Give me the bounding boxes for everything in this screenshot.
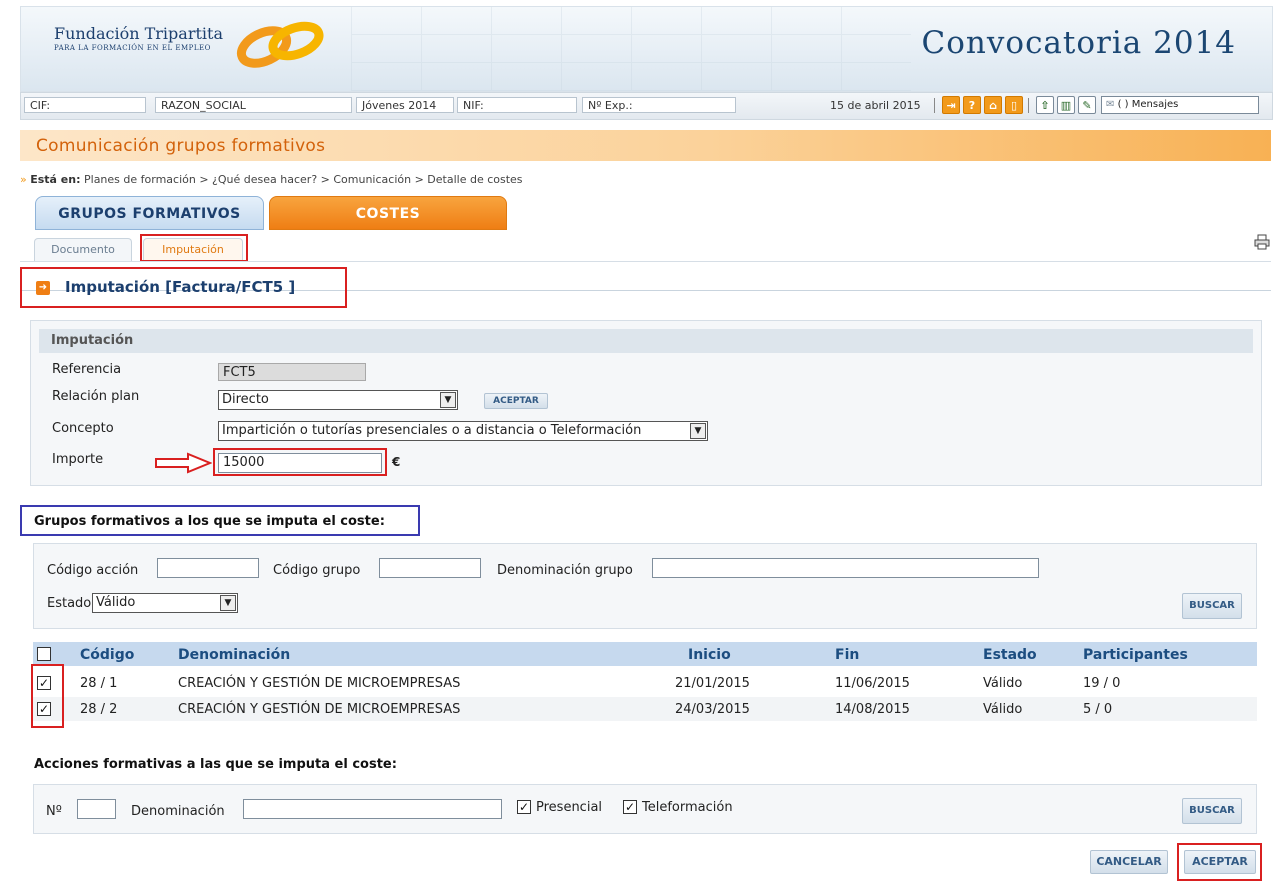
exit-icon[interactable]: ⇥ xyxy=(942,96,960,114)
denominacion-grupo-input[interactable] xyxy=(652,558,1039,578)
numero-label: Nº xyxy=(46,804,62,819)
concepto-value: Impartición o tutorías presenciales o a … xyxy=(222,423,642,438)
arrow-right-icon xyxy=(155,452,212,474)
envelope-icon: ✉ xyxy=(1106,99,1115,110)
teleformacion-label: Teleformación xyxy=(642,800,733,815)
page-title: Convocatoria 2014 xyxy=(921,25,1236,61)
cell-participantes: 5 / 0 xyxy=(1083,702,1113,717)
referencia-field: FCT5 xyxy=(218,363,366,381)
importe-label: Importe xyxy=(52,452,104,467)
chevron-down-icon: ▼ xyxy=(220,595,236,611)
highlight-box xyxy=(1177,843,1262,881)
column-header-codigo[interactable]: Código xyxy=(80,647,134,663)
messages-label: ( ) Mensajes xyxy=(1117,99,1179,110)
highlight-box xyxy=(20,267,347,308)
breadcrumb: » Está en: Planes de formación > ¿Qué de… xyxy=(20,173,523,186)
denominacion-accion-input[interactable] xyxy=(243,799,502,819)
teleformacion-checkbox[interactable]: ✓ xyxy=(623,800,637,814)
cell-denominacion: CREACIÓN Y GESTIÓN DE MICROEMPRESAS xyxy=(178,702,461,717)
upload-icon[interactable]: ⇧ xyxy=(1036,96,1054,114)
cell-codigo: 28 / 2 xyxy=(80,702,118,717)
highlight-box xyxy=(20,505,420,536)
current-date: 15 de abril 2015 xyxy=(830,99,921,112)
breadcrumb-path[interactable]: Planes de formación > ¿Qué desea hacer? … xyxy=(84,173,523,186)
expediente-field: Nº Exp.: xyxy=(582,97,736,113)
relacion-plan-value: Directo xyxy=(222,392,269,407)
currency-symbol: € xyxy=(392,455,401,469)
nif-field: NIF: xyxy=(457,97,577,113)
presencial-label: Presencial xyxy=(536,800,603,815)
highlight-box xyxy=(213,448,387,476)
relacion-plan-select[interactable]: Directo ▼ xyxy=(218,390,458,410)
codigo-grupo-input[interactable] xyxy=(379,558,481,578)
info-bar: CIF: RAZON_SOCIAL Jóvenes 2014 NIF: Nº E… xyxy=(20,92,1273,120)
denominacion-accion-label: Denominación xyxy=(131,804,225,819)
cif-field: CIF: xyxy=(24,97,146,113)
cell-inicio: 24/03/2015 xyxy=(675,702,750,717)
buscar-acciones-button[interactable]: BUSCAR xyxy=(1182,798,1242,824)
aceptar-relacion-button[interactable]: ACEPTAR xyxy=(484,393,548,409)
section-header: Comunicación grupos formativos xyxy=(20,130,1271,161)
razon-social-field: RAZON_SOCIAL xyxy=(155,97,352,113)
breadcrumb-prefix: Está en: xyxy=(30,173,81,186)
messages-button[interactable]: ✉ ( ) Mensajes xyxy=(1101,96,1259,114)
toolbar-separator xyxy=(1028,98,1029,113)
column-header-estado[interactable]: Estado xyxy=(983,647,1037,663)
stats-icon[interactable]: ▥ xyxy=(1057,96,1075,114)
grupos-filter-panel xyxy=(33,543,1257,629)
concepto-select[interactable]: Impartición o tutorías presenciales o a … xyxy=(218,421,708,441)
cell-fin: 11/06/2015 xyxy=(835,676,910,691)
cancel-button[interactable]: CANCELAR xyxy=(1090,850,1168,874)
codigo-accion-label: Código acción xyxy=(47,563,139,578)
org-subtitle: PARA LA FORMACIÓN EN EL EMPLEO xyxy=(54,44,211,52)
toolbar-separator xyxy=(934,98,935,113)
subtab-documento[interactable]: Documento xyxy=(34,238,132,262)
buscar-grupos-button[interactable]: BUSCAR xyxy=(1182,593,1242,619)
column-header-denominacion[interactable]: Denominación xyxy=(178,647,290,663)
help-icon[interactable]: ? xyxy=(963,96,981,114)
cell-denominacion: CREACIÓN Y GESTIÓN DE MICROEMPRESAS xyxy=(178,676,461,691)
org-name: Fundación Tripartita xyxy=(54,24,223,43)
chevron-right-icon: » xyxy=(20,173,27,186)
estado-label: Estado xyxy=(47,596,92,611)
highlight-box xyxy=(140,234,248,262)
documents-icon[interactable]: ▯ xyxy=(1005,96,1023,114)
chevron-down-icon: ▼ xyxy=(690,423,706,439)
program-field: Jóvenes 2014 xyxy=(356,97,454,113)
print-icon[interactable] xyxy=(1254,234,1270,250)
edit-icon[interactable]: ✎ xyxy=(1078,96,1096,114)
cell-participantes: 19 / 0 xyxy=(1083,676,1121,691)
select-all-checkbox[interactable] xyxy=(37,647,51,661)
acciones-section-title: Acciones formativas a las que se imputa … xyxy=(34,757,397,772)
cell-fin: 14/08/2015 xyxy=(835,702,910,717)
column-header-inicio[interactable]: Inicio xyxy=(688,647,731,663)
column-header-participantes[interactable]: Participantes xyxy=(1083,647,1188,663)
relacion-plan-label: Relación plan xyxy=(52,389,140,404)
chevron-down-icon: ▼ xyxy=(440,392,456,408)
tab-costes[interactable]: COSTES xyxy=(269,196,507,230)
panel-heading: Imputación xyxy=(39,329,1253,353)
denominacion-grupo-label: Denominación grupo xyxy=(497,563,633,578)
cell-inicio: 21/01/2015 xyxy=(675,676,750,691)
home-icon[interactable]: ⌂ xyxy=(984,96,1002,114)
tab-grupos-formativos[interactable]: GRUPOS FORMATIVOS xyxy=(35,196,264,230)
estado-value: Válido xyxy=(96,595,136,610)
cell-codigo: 28 / 1 xyxy=(80,676,118,691)
codigo-accion-input[interactable] xyxy=(157,558,259,578)
codigo-grupo-label: Código grupo xyxy=(273,563,361,578)
divider xyxy=(20,261,1271,262)
referencia-label: Referencia xyxy=(52,362,122,377)
highlight-box xyxy=(31,664,64,728)
section-title: Comunicación grupos formativos xyxy=(36,136,326,156)
logo-icon xyxy=(236,21,324,68)
numero-input[interactable] xyxy=(77,799,116,819)
cell-estado: Válido xyxy=(983,702,1023,717)
header-banner: Fundación Tripartita PARA LA FORMACIÓN E… xyxy=(20,6,1273,92)
presencial-checkbox[interactable]: ✓ xyxy=(517,800,531,814)
column-header-fin[interactable]: Fin xyxy=(835,647,859,663)
estado-select[interactable]: Válido ▼ xyxy=(92,593,238,613)
keyboard-background xyxy=(351,7,911,91)
concepto-label: Concepto xyxy=(52,421,114,436)
cell-estado: Válido xyxy=(983,676,1023,691)
